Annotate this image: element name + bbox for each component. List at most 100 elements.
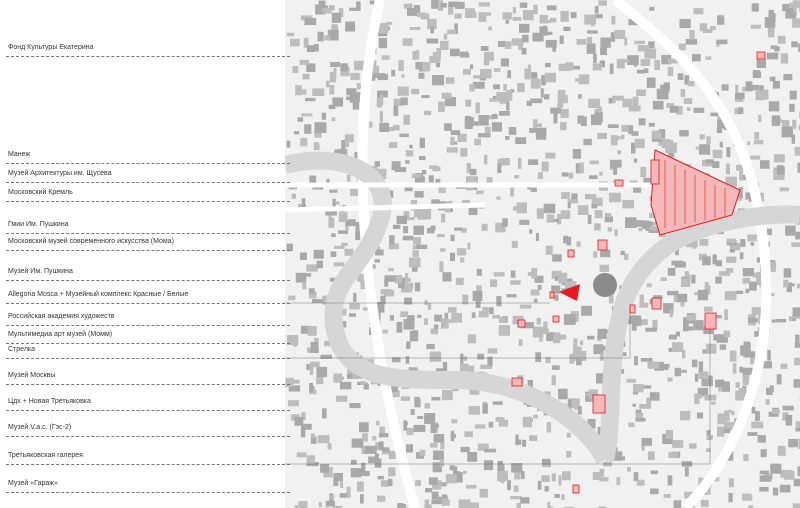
building xyxy=(652,319,658,329)
building xyxy=(551,375,556,386)
building xyxy=(406,341,411,349)
building xyxy=(747,432,758,436)
building xyxy=(433,324,439,329)
building xyxy=(478,311,489,318)
building xyxy=(510,496,522,500)
building xyxy=(483,460,494,471)
building xyxy=(557,89,566,96)
building xyxy=(456,248,467,256)
building xyxy=(717,16,725,25)
building xyxy=(715,276,722,284)
building xyxy=(435,62,440,68)
building xyxy=(445,77,455,84)
building xyxy=(511,38,524,46)
building xyxy=(641,437,652,446)
building xyxy=(471,312,476,319)
building xyxy=(770,463,782,474)
building xyxy=(419,449,426,456)
building xyxy=(426,343,435,350)
building xyxy=(677,293,688,302)
building xyxy=(430,225,436,231)
building xyxy=(643,68,649,73)
building xyxy=(330,62,341,67)
building xyxy=(600,249,611,258)
legend-item-label: Allegoria Mosca + Музейный комплекс Крас… xyxy=(8,291,189,298)
building xyxy=(340,63,348,72)
building xyxy=(375,453,379,461)
building xyxy=(308,288,315,294)
building xyxy=(635,417,646,422)
building xyxy=(767,349,771,361)
building xyxy=(634,40,645,45)
building xyxy=(433,434,445,443)
building xyxy=(587,335,595,340)
building xyxy=(491,122,502,132)
building xyxy=(704,306,713,312)
building xyxy=(632,403,636,407)
building xyxy=(403,420,407,431)
building xyxy=(578,79,583,84)
building xyxy=(628,422,635,428)
building xyxy=(592,471,602,480)
building xyxy=(759,470,769,475)
building xyxy=(404,297,413,305)
building xyxy=(672,342,684,352)
building xyxy=(790,283,795,287)
building xyxy=(481,223,488,231)
building xyxy=(400,97,408,106)
building xyxy=(353,292,357,302)
building xyxy=(621,134,625,140)
building xyxy=(507,70,511,79)
building xyxy=(508,127,517,135)
building xyxy=(541,475,550,482)
building xyxy=(365,445,377,454)
building xyxy=(460,51,469,56)
city-map[interactable] xyxy=(285,0,800,508)
building xyxy=(317,31,324,42)
legend-leader-line xyxy=(6,384,290,385)
building xyxy=(409,27,421,30)
building xyxy=(781,126,793,138)
building xyxy=(715,260,723,267)
building xyxy=(380,480,389,487)
building xyxy=(633,60,638,67)
building xyxy=(600,37,611,48)
building xyxy=(360,471,370,477)
building xyxy=(705,159,714,164)
building xyxy=(410,409,415,415)
building xyxy=(474,138,481,146)
building xyxy=(451,419,458,424)
building xyxy=(448,1,460,8)
building xyxy=(785,225,796,236)
building xyxy=(693,107,705,113)
building xyxy=(450,234,455,242)
building xyxy=(694,292,698,296)
building xyxy=(767,52,779,60)
building xyxy=(759,475,772,482)
building xyxy=(777,35,786,44)
building xyxy=(475,190,484,195)
building xyxy=(378,441,384,451)
building xyxy=(460,257,465,263)
building xyxy=(488,26,492,31)
building xyxy=(512,206,518,211)
building xyxy=(604,216,613,223)
building xyxy=(468,502,479,508)
building xyxy=(716,39,728,45)
building xyxy=(344,134,354,143)
building xyxy=(639,294,644,303)
building xyxy=(460,446,470,453)
building xyxy=(413,225,424,235)
building xyxy=(356,1,361,11)
building xyxy=(783,268,792,278)
building xyxy=(397,503,404,508)
building xyxy=(639,302,649,308)
building xyxy=(368,456,376,464)
building xyxy=(569,353,575,364)
legend-leader-line xyxy=(6,492,290,493)
building xyxy=(510,270,516,278)
building xyxy=(792,307,800,317)
building xyxy=(546,422,552,433)
building xyxy=(419,155,426,160)
building xyxy=(674,261,686,268)
